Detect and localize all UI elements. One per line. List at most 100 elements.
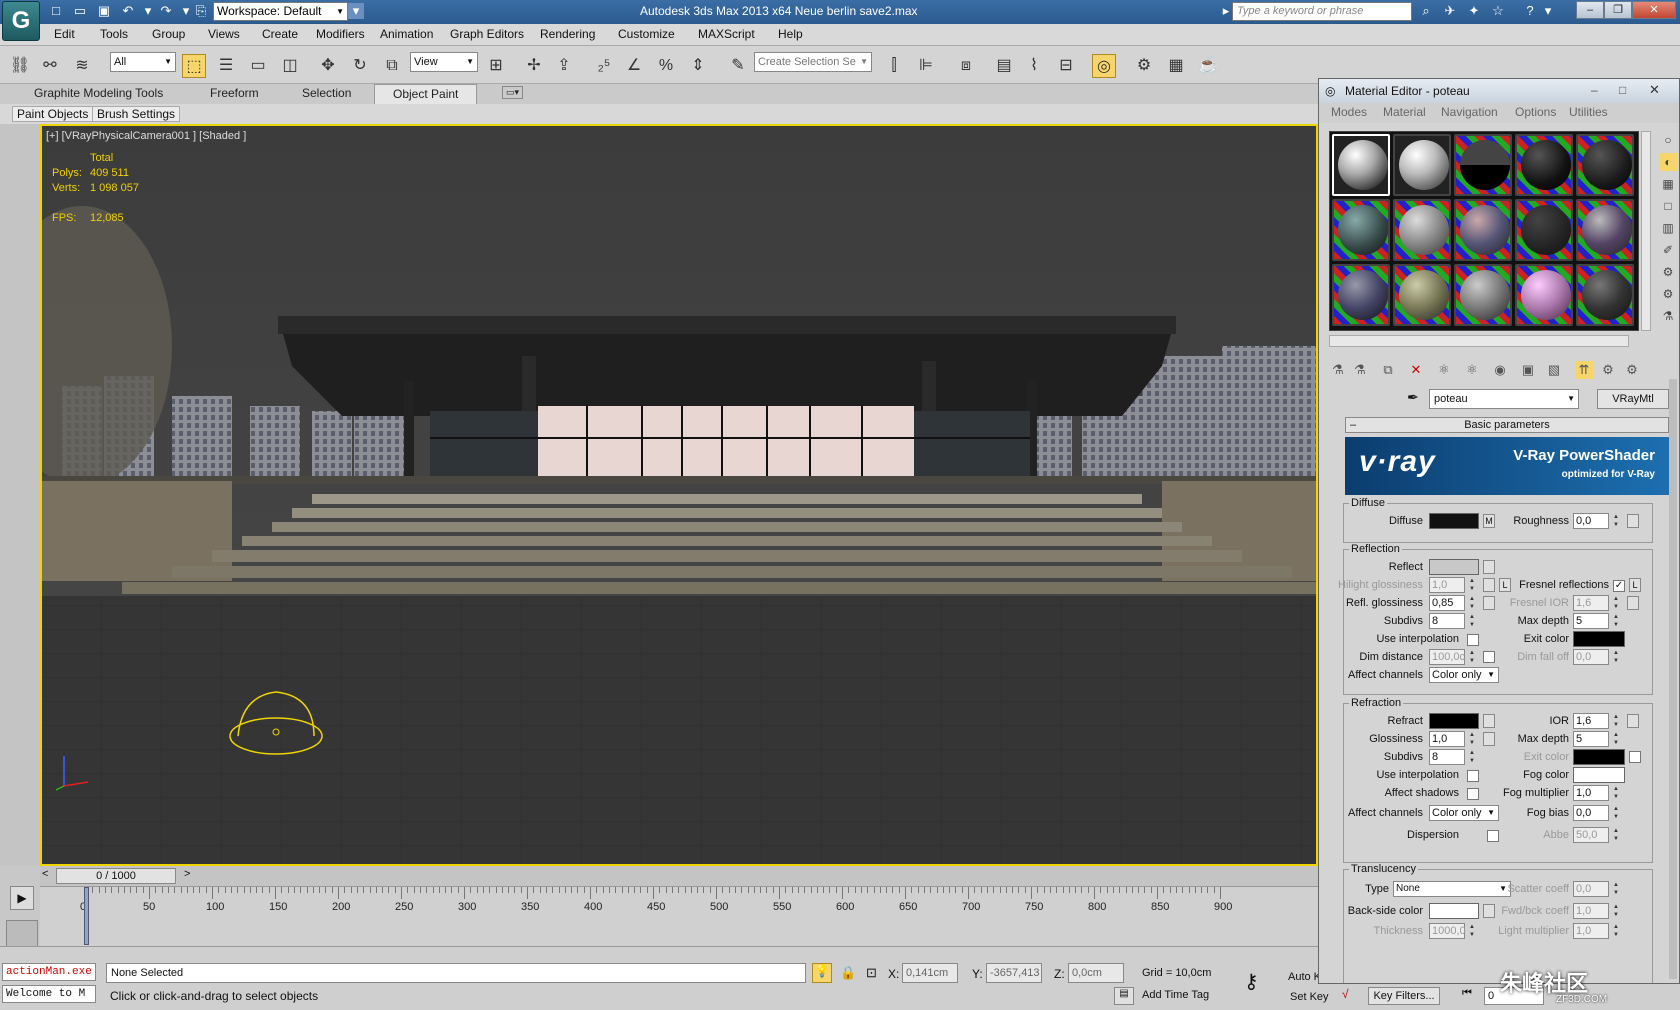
material-sample-slot[interactable] (1393, 199, 1451, 261)
reset-map-icon[interactable]: ✕ (1407, 361, 1425, 379)
select-and-rotate-icon[interactable]: ↻ (348, 54, 372, 78)
material-id-channel-icon[interactable]: ◉ (1491, 361, 1509, 379)
z-coordinate-field[interactable]: 0,0cm (1068, 963, 1124, 983)
angle-snap-icon[interactable]: ∠ (622, 54, 646, 78)
render-setup-icon[interactable]: ⚙ (1132, 54, 1156, 78)
material-name-field[interactable]: poteau ▼ (1429, 389, 1579, 409)
open-file-icon[interactable]: ▭ (72, 3, 88, 19)
material-sample-slot[interactable] (1393, 134, 1451, 196)
close-icon[interactable]: ✕ (1649, 82, 1660, 98)
refr-subdivs-field[interactable]: 8 (1429, 749, 1465, 765)
refr-glossiness-map-button[interactable] (1483, 732, 1495, 746)
help-dropdown-icon[interactable]: ▾ (1540, 3, 1556, 19)
bind-space-warp-icon[interactable]: ≋ (70, 54, 94, 78)
menu-help[interactable]: Help (778, 27, 803, 41)
undo-dropdown-icon[interactable]: ▾ (140, 3, 156, 19)
dim-falloff-spinner-icon[interactable]: ▲ ▼ (1611, 649, 1621, 665)
go-to-parent-icon[interactable]: ⇈ (1575, 361, 1593, 379)
align-icon[interactable]: ⊫ (914, 54, 938, 78)
favorites-icon[interactable]: ☆ (1490, 3, 1506, 19)
sample-slots[interactable] (1329, 131, 1639, 331)
fresnel-reflections-checkbox[interactable]: ✓ (1613, 580, 1625, 592)
absolute-mode-icon[interactable]: ⊡ (866, 965, 877, 981)
menu-modifiers[interactable]: Modifiers (316, 27, 365, 41)
menu-tools[interactable]: Tools (100, 27, 128, 41)
pivot-center-icon[interactable]: ⊞ (484, 54, 508, 78)
render-production-icon[interactable]: ☕ (1196, 54, 1220, 78)
diffuse-color-swatch[interactable] (1429, 513, 1479, 529)
material-sample-slot[interactable] (1454, 199, 1512, 261)
refl-subdivs-field[interactable]: 8 (1429, 613, 1465, 629)
select-by-name-icon[interactable]: ☰ (214, 54, 238, 78)
select-manipulate-icon[interactable]: ✢ (522, 54, 546, 78)
tab-freeform[interactable]: Freeform (210, 86, 259, 100)
key-filters-button[interactable]: Key Filters... (1368, 987, 1440, 1005)
material-sample-slot[interactable] (1576, 134, 1634, 196)
app-logo[interactable]: G (2, 1, 40, 41)
abbe-spinner-icon[interactable]: ▲ ▼ (1611, 827, 1621, 843)
script-listener-bottom[interactable]: Welcome to M (2, 985, 96, 1003)
subtab-brush-settings[interactable]: Brush Settings (92, 106, 181, 122)
show-map-in-viewport-icon[interactable]: ▣ (1519, 361, 1537, 379)
refl-max-depth-field[interactable]: 5 (1573, 613, 1609, 629)
pick-material-icon[interactable]: ⚙ (1623, 361, 1641, 379)
hilight-lock-button[interactable]: L (1499, 578, 1511, 592)
ior-map-button[interactable] (1627, 714, 1639, 728)
fog-multiplier-field[interactable]: 1,0 (1573, 785, 1609, 801)
refr-affect-channels-select[interactable]: Color only ▼ (1429, 805, 1499, 821)
auto-key-button[interactable]: Auto K (1288, 971, 1321, 983)
hilight-spinner-icon[interactable]: ▲ ▼ (1467, 577, 1477, 593)
material-sample-slot[interactable] (1454, 134, 1512, 196)
refl-affect-channels-select[interactable]: Color only ▼ (1429, 667, 1499, 683)
thickness-spinner-icon[interactable]: ▲ ▼ (1467, 923, 1477, 939)
menu-maxscript[interactable]: MAXScript (698, 27, 755, 41)
x-coordinate-field[interactable]: 0,141cm (902, 963, 958, 983)
dim-falloff-field[interactable]: 0,0 (1573, 649, 1609, 665)
menu-material[interactable]: Material (1383, 105, 1426, 119)
ior-field[interactable]: 1,6 (1573, 713, 1609, 729)
viewport[interactable]: [+] [VRayPhysicalCamera001 ] [Shaded ] T… (40, 124, 1318, 866)
restore-icon[interactable]: ❐ (1604, 1, 1632, 19)
current-time-marker[interactable] (84, 887, 89, 945)
uv-tiling-icon[interactable]: □ (1659, 197, 1677, 215)
basic-parameters-rollout[interactable]: – Basic parameters (1345, 417, 1669, 433)
roughness-spinner-icon[interactable]: ▲ ▼ (1611, 513, 1621, 529)
rectangular-selection-icon[interactable]: ▭ (246, 54, 270, 78)
material-sample-slot[interactable] (1515, 199, 1573, 261)
menu-modes[interactable]: Modes (1331, 105, 1367, 119)
light-multiplier-spinner-icon[interactable]: ▲ ▼ (1611, 923, 1621, 939)
refl-use-interpolation-checkbox[interactable] (1467, 634, 1479, 646)
script-listener-top[interactable]: actionMan.exe (2, 963, 96, 981)
save-icon[interactable]: ▣ (96, 3, 112, 19)
edit-named-selection-icon[interactable]: ✎ (726, 54, 750, 78)
refr-use-interpolation-checkbox[interactable] (1467, 770, 1479, 782)
translucency-type-select[interactable]: None ▼ (1393, 881, 1511, 897)
unlink-icon[interactable]: ⚯ (38, 54, 62, 78)
material-sample-slot[interactable] (1576, 264, 1634, 326)
back-side-color-swatch[interactable] (1429, 903, 1479, 919)
menu-navigation[interactable]: Navigation (1441, 105, 1498, 119)
put-material-icon[interactable]: ⚗ (1351, 361, 1369, 379)
go-forward-sibling-icon[interactable]: ⚙ (1599, 361, 1617, 379)
selection-filter-select[interactable]: All ▼ (110, 52, 176, 72)
fresnel-lock-button[interactable]: L (1629, 578, 1641, 592)
refl-subdivs-spinner-icon[interactable]: ▲ ▼ (1467, 613, 1477, 629)
light-multiplier-field[interactable]: 1,0 (1573, 923, 1609, 939)
dim-distance-spinner-icon[interactable]: ▲ ▼ (1467, 649, 1477, 665)
refl-glossiness-map-button[interactable] (1483, 596, 1495, 610)
sample-slots-vscroll[interactable] (1641, 131, 1651, 331)
percent-snap-icon[interactable]: % (654, 54, 678, 78)
material-map-navigator-icon[interactable]: ⚗ (1659, 307, 1677, 325)
new-file-icon[interactable]: □ (48, 3, 64, 19)
material-sample-slot[interactable] (1332, 134, 1390, 196)
fwd-bck-coeff-field[interactable]: 1,0 (1573, 903, 1609, 919)
fog-color-swatch[interactable] (1573, 767, 1625, 783)
toggle-ribbon-icon[interactable]: ▤ (992, 54, 1016, 78)
hold-icon[interactable]: ⎘ (193, 3, 209, 19)
isolate-selection-icon[interactable]: 💡 (812, 963, 832, 983)
ior-spinner-icon[interactable]: ▲ ▼ (1611, 713, 1621, 729)
menu-graph-editors[interactable]: Graph Editors (450, 27, 524, 41)
redo-dropdown-icon[interactable]: ▾ (178, 3, 194, 19)
roughness-map-button[interactable] (1627, 514, 1639, 528)
assign-material-icon[interactable]: ⧉ (1379, 361, 1397, 379)
